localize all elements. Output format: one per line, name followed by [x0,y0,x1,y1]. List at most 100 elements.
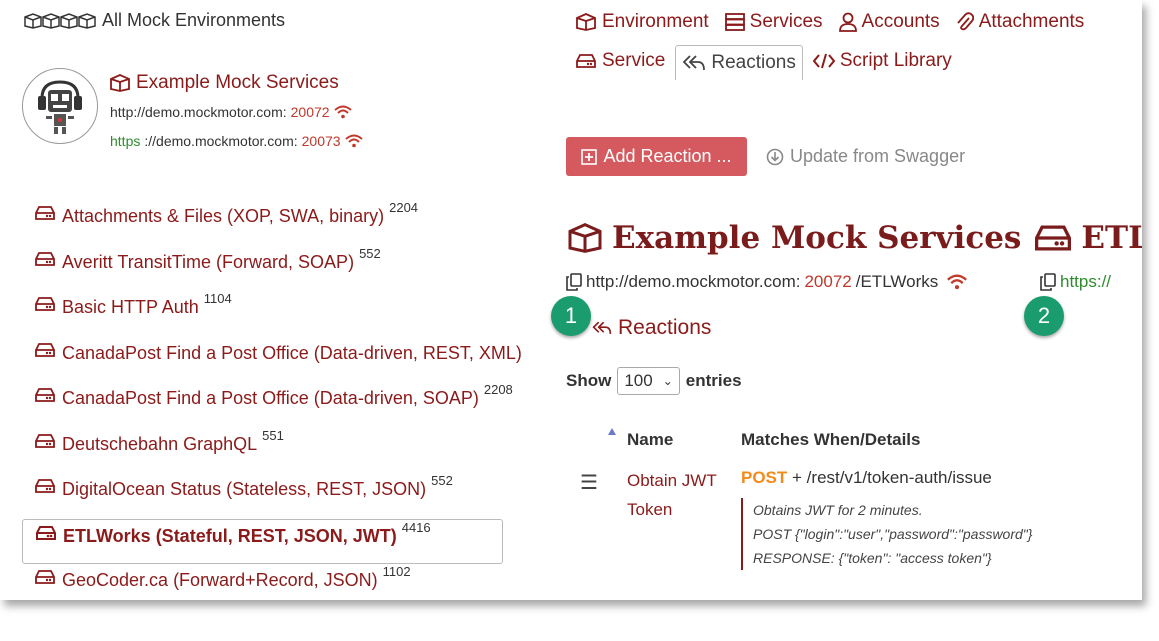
reactions-heading: Reactions [566,316,711,340]
reply-all-icon [592,320,612,336]
title-endpoint: ETLW [1081,220,1142,256]
add-reaction-label: Add Reaction ... [603,146,732,166]
page-title: Example Mock Services ETLW [566,220,1142,256]
service-count: 552 [359,245,381,261]
service-list-item[interactable]: CanadaPost Find a Post Office (Data-driv… [22,382,542,428]
service-list: Attachments & Files (XOP, SWA, binary) 22… [22,200,542,600]
service-list-item[interactable]: CanadaPost Find a Post Office (Data-driv… [22,337,542,383]
details-line: RESPONSE: {"token": "access token"} [753,550,992,566]
environment-title: All Mock Environments [102,10,286,30]
nav-accounts[interactable]: Accounts [838,11,940,33]
column-header-matches[interactable]: Matches When/Details [741,430,921,450]
server-icon [34,479,56,493]
endpoint-scheme: https:// [1060,272,1112,291]
download-circle-icon [766,148,784,166]
http-method: POST [741,468,788,487]
wifi-icon [946,274,968,290]
reaction-details: Obtains JWT for 2 minutes. POST {"login"… [741,498,1032,570]
service-count: 551 [262,427,284,443]
environment-breadcrumb[interactable]: All Mock Environments [24,10,285,31]
server-icon [35,525,57,540]
nav-label: Accounts [861,11,940,32]
copy-icon[interactable] [566,273,582,291]
boxes-icon [24,12,96,29]
service-count: 2208 [483,382,513,397]
server-icon [34,206,56,220]
app-frame: All Mock Environments Example Mock Servi… [0,0,1142,600]
nav-attachments[interactable]: Attachments [956,11,1084,33]
page-length-control: Show 100 ⌄ entries [566,367,742,395]
paperclip-icon [956,12,974,32]
endpoint-path: /ETLWorks [855,272,939,291]
reply-all-icon [682,54,706,72]
nav-label: Environment [602,11,709,32]
entries-label: entries [685,371,742,390]
service-label: CanadaPost Find a Post Office (Data-driv… [62,342,522,363]
entries-value: 100 [624,371,653,390]
service-list-item-active[interactable]: ETLWorks (Stateful, REST, JSON, JWT) 4416 [22,518,503,564]
add-reaction-button[interactable]: Add Reaction ... [566,137,747,176]
service-label: GeoCoder.ca (Forward+Record, JSON) [62,570,378,590]
service-count: 1102 [382,564,411,579]
server-icon [575,53,597,68]
server-icon [34,342,56,357]
sort-asc-icon[interactable] [608,428,616,435]
service-name-link[interactable]: Example Mock Services [110,72,339,94]
endpoint-url-http[interactable]: http://demo.mockmotor.com: 20072/ETLWorks [566,272,968,292]
user-icon [838,12,857,32]
nav-environment[interactable]: Environment [575,11,709,33]
request-path: + /rest/v1/token-auth/issue [792,468,992,487]
url-host: ://demo.mockmotor.com: [144,133,298,149]
chevron-down-icon: ⌄ [662,374,673,388]
service-avatar [22,68,98,144]
wifi-icon [333,105,352,119]
server-icon [34,297,56,311]
reaction-name-link[interactable]: Obtain JWT Token [627,466,732,524]
service-list-item[interactable]: Averitt TransitTime (Forward, SOAP) 552 [22,246,542,292]
url-port: 20072 [290,104,330,120]
endpoint-port: 20072 [804,272,852,291]
service-label: ETLWorks (Stateful, REST, JSON, JWT) [63,525,397,546]
plus-square-icon [581,148,598,165]
server-icon [34,570,56,584]
service-tabs: Service Reactions Script Library [575,45,968,80]
tab-label: Reactions [711,52,796,73]
torn-edge [1115,0,1125,600]
details-line: Obtains JWT for 2 minutes. [753,502,923,518]
url-host: http://demo.mockmotor.com: [110,104,287,120]
update-swagger-label: Update from Swagger [790,146,966,166]
box-icon [575,13,597,31]
service-name: Example Mock Services [136,72,339,93]
update-from-swagger-button[interactable]: Update from Swagger [766,146,965,167]
service-url-https[interactable]: https://demo.mockmotor.com: 20073 [110,133,363,149]
wifi-icon [344,134,363,148]
drag-handle-icon[interactable]: ☰ [580,470,598,495]
column-header-name[interactable]: Name [627,430,673,450]
tab-service[interactable]: Service [575,50,665,72]
code-icon [812,53,835,69]
service-count: 552 [431,473,453,488]
url-scheme: https [110,133,141,149]
service-list-item[interactable]: Attachments & Files (XOP, SWA, binary) 22… [22,200,542,246]
entries-select[interactable]: 100 ⌄ [617,367,680,395]
service-count: 4416 [401,519,431,535]
service-list-item[interactable]: DigitalOcean Status (Stateless, REST, JS… [22,473,542,519]
details-line: POST {"login":"user","password":"passwor… [753,526,1033,542]
tab-label: Service [602,49,666,71]
server-icon [34,388,56,402]
service-list-item[interactable]: Basic HTTP Auth 1104 [22,291,542,337]
tab-script-library[interactable]: Script Library [812,50,952,72]
service-label: Attachments & Files (XOP, SWA, binary) [62,206,385,226]
callout-badge-2: 2 [1024,296,1064,336]
nav-services[interactable]: Services [724,11,823,33]
server-rack-icon [724,13,745,31]
service-list-item[interactable]: GeoCoder.ca (Forward+Record, JSON) 1102 [22,564,542,600]
copy-icon[interactable] [1040,273,1056,291]
service-url-http[interactable]: http://demo.mockmotor.com: 20072 [110,104,352,120]
server-icon [34,251,56,266]
service-list-item[interactable]: Deutschebahn GraphQL 551 [22,428,542,474]
top-nav: Environment Services Accounts Attachment… [575,11,1100,33]
nav-label: Services [749,11,823,32]
endpoint-url-https[interactable]: https:// [1040,272,1111,292]
tab-reactions[interactable]: Reactions [675,45,803,80]
